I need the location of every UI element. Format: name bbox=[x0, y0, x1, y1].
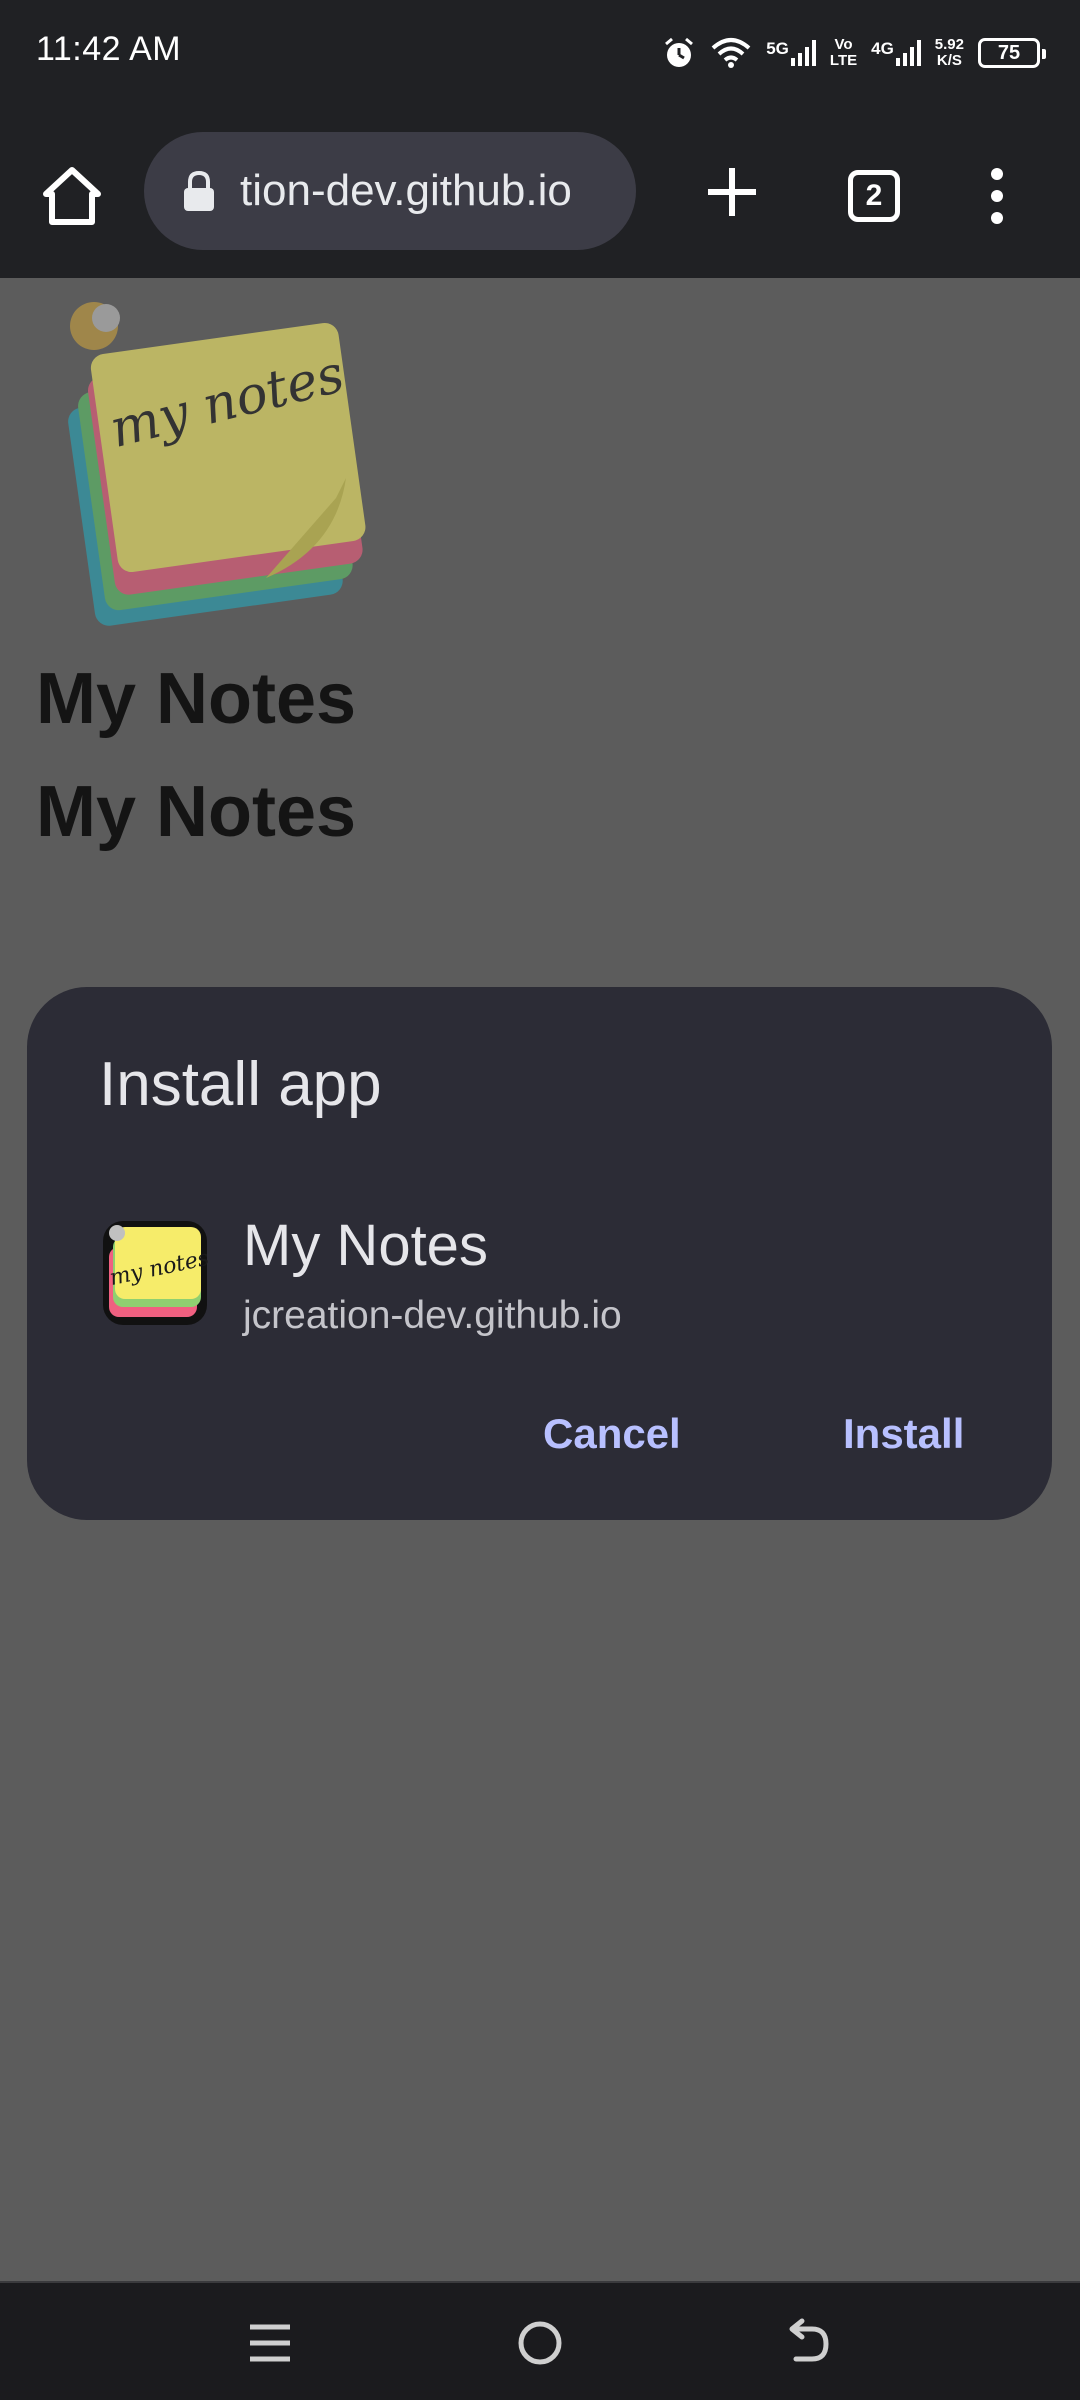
signal-bars-icon bbox=[895, 40, 921, 66]
dialog-title: Install app bbox=[99, 1050, 382, 1119]
lock-icon bbox=[184, 170, 214, 211]
cancel-button[interactable]: Cancel bbox=[527, 1400, 697, 1468]
network-speed: 5.92 K/S bbox=[935, 37, 964, 69]
app-icon: my notes bbox=[103, 1221, 211, 1325]
browser-toolbar: tion-dev.github.io 2 bbox=[0, 108, 1080, 278]
navigation-bar bbox=[0, 2281, 1080, 2400]
page-heading: My Notes bbox=[36, 659, 357, 739]
signal-4g: 4G bbox=[871, 40, 921, 66]
battery-icon: 75 bbox=[978, 38, 1046, 68]
url-text: tion-dev.github.io bbox=[240, 166, 572, 215]
signal-5g: 5G bbox=[766, 40, 816, 66]
home-nav-icon[interactable] bbox=[512, 2315, 568, 2371]
home-icon[interactable] bbox=[36, 160, 108, 232]
wifi-icon bbox=[711, 38, 751, 68]
volte-bottom: LTE bbox=[829, 52, 858, 69]
network-5g-label: 5G bbox=[766, 39, 789, 58]
battery-level: 75 bbox=[997, 41, 1021, 64]
status-bar: 11:42 AM 5G Vo LTE 4G 5.92 K/S 75 bbox=[0, 0, 1080, 108]
recent-apps-icon[interactable] bbox=[242, 2315, 298, 2371]
my-notes-logo: my notes bbox=[68, 302, 366, 626]
status-icons: 5G Vo LTE 4G 5.92 K/S 75 bbox=[662, 28, 1046, 78]
speed-unit: K/S bbox=[936, 52, 962, 69]
install-button[interactable]: Install bbox=[827, 1400, 980, 1468]
status-time: 11:42 AM bbox=[36, 30, 182, 68]
address-bar[interactable]: tion-dev.github.io bbox=[144, 132, 636, 250]
volte-top: Vo bbox=[834, 36, 853, 53]
dialog-app-name: My Notes bbox=[243, 1213, 488, 1278]
speed-value: 5.92 bbox=[934, 36, 964, 53]
screen: 11:42 AM 5G Vo LTE 4G 5.92 K/S 75 tion-d… bbox=[0, 0, 1080, 2400]
new-tab-icon[interactable] bbox=[700, 160, 764, 224]
alarm-icon bbox=[665, 37, 694, 67]
install-app-dialog: Install app my notes My Notes jcreation-… bbox=[27, 987, 1052, 1520]
more-options-icon[interactable] bbox=[982, 166, 1012, 226]
back-icon[interactable] bbox=[782, 2315, 838, 2371]
volte-indicator: Vo LTE bbox=[830, 37, 857, 69]
tab-count: 2 bbox=[865, 179, 883, 212]
dialog-app-url: jcreation-dev.github.io bbox=[243, 1294, 622, 1337]
tab-switcher-button[interactable]: 2 bbox=[848, 170, 900, 222]
page-subheading: My Notes bbox=[36, 772, 357, 852]
signal-bars-icon bbox=[790, 40, 816, 66]
network-4g-label: 4G bbox=[871, 39, 894, 58]
